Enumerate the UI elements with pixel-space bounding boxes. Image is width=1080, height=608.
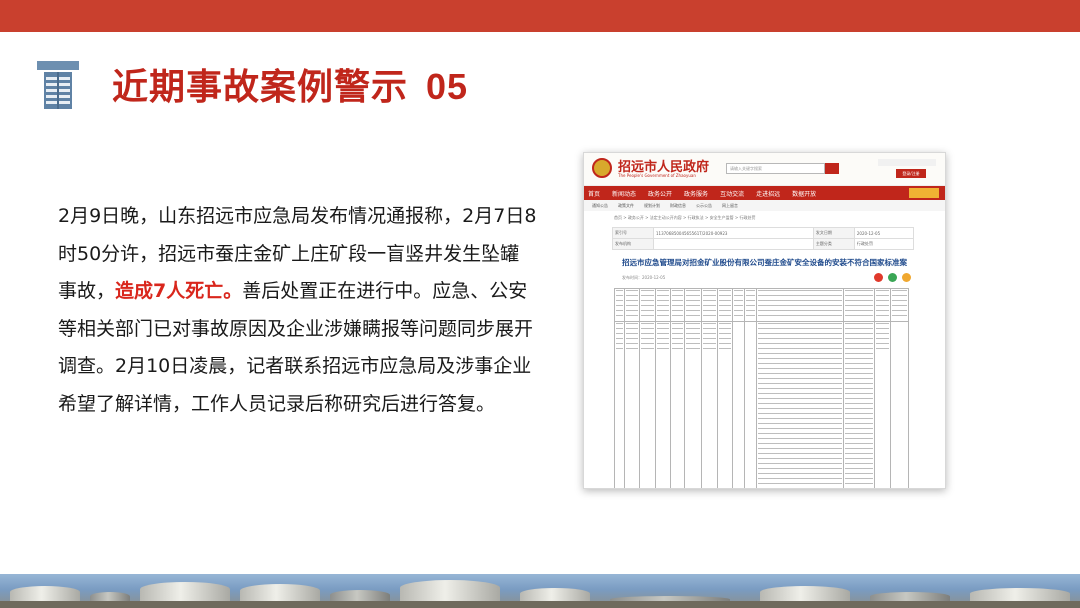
gov-nav-item: 互动交流 bbox=[720, 190, 745, 198]
industrial-tower-icon bbox=[37, 61, 79, 109]
gov-breadcrumb: 首页 > 政务公开 > 法定主动公开内容 > 行政执法 > 安全生产监管 > 行… bbox=[614, 215, 756, 220]
gov-doc-date: 发布时间：2020-12-05 bbox=[622, 275, 666, 280]
gov-top-links bbox=[878, 159, 936, 166]
gov-subnav-item: 公示公告 bbox=[696, 202, 712, 208]
meta-label: 主题分类 bbox=[812, 238, 855, 250]
incident-description: 2月9日晚，山东招远市应急局发布情况通报称，2月7日8时50分许，招远市蚕庄金矿… bbox=[58, 198, 538, 423]
meta-value bbox=[653, 238, 814, 250]
gov-doc-title: 招远市应急管理局对招金矿业股份有限公司蚕庄金矿安全设备的安装不符合国家标准案 bbox=[622, 258, 907, 267]
gov-search-button bbox=[825, 163, 839, 174]
weibo-share-icon bbox=[874, 273, 883, 282]
meta-value: 11370685004565561T/2020-00923 bbox=[653, 227, 814, 239]
national-emblem-icon bbox=[592, 158, 612, 178]
meta-label: 发文日期 bbox=[812, 227, 855, 239]
gov-subnav-item: 政策文件 bbox=[618, 202, 634, 208]
table-header-row bbox=[613, 288, 909, 322]
meta-label: 索引号 bbox=[612, 227, 654, 239]
gov-nav-item: 数据开放 bbox=[792, 190, 817, 198]
gov-search-input: 请输入关键字搜索 bbox=[726, 163, 825, 174]
title-number: 05 bbox=[426, 66, 469, 107]
gov-nav-special bbox=[909, 188, 939, 198]
gov-nav-item: 首页 bbox=[588, 190, 601, 198]
gov-nav-item: 政务公开 bbox=[648, 190, 673, 198]
ground bbox=[0, 601, 1080, 608]
gov-website-screenshot: 招远市人民政府 The People's Government of Zhaoy… bbox=[583, 152, 946, 489]
gov-main-nav: 首页 新闻动态 政务公开 政务服务 互动交流 走进招远 数据开放 bbox=[584, 186, 945, 200]
gov-badge-icon bbox=[861, 159, 872, 175]
meta-value: 2020-12-05 bbox=[853, 227, 915, 239]
gov-doc-info: 发布时间：2020-12-05 bbox=[612, 272, 917, 286]
title-text: 近期事故案例警示 bbox=[112, 67, 409, 108]
meta-label: 发布机构 bbox=[612, 238, 654, 250]
header-bar bbox=[0, 0, 1080, 32]
table-row bbox=[613, 321, 909, 488]
industrial-footer-photo bbox=[0, 574, 1080, 608]
gov-login-button: 登录/注册 bbox=[896, 169, 926, 178]
gov-subnav-item: 通知公告 bbox=[592, 202, 608, 208]
gov-subnav-item: 财政信息 bbox=[670, 202, 686, 208]
gov-site-header: 招远市人民政府 The People's Government of Zhaoy… bbox=[584, 153, 945, 186]
gov-meta-table: 索引号 11370685004565561T/2020-00923 发文日期 2… bbox=[612, 227, 915, 250]
gov-sub-nav: 通知公告 政策文件 规划计划 财政信息 公示公告 网上留言 bbox=[584, 200, 945, 211]
casualty-highlight: 造成7人死亡。 bbox=[115, 280, 243, 302]
gov-subnav-item: 规划计划 bbox=[644, 202, 660, 208]
gov-nav-item: 走进招远 bbox=[756, 190, 781, 198]
meta-value: 行政处罚 bbox=[853, 238, 915, 250]
site-subtitle: The People's Government of Zhaoyuan bbox=[618, 173, 696, 178]
qzone-share-icon bbox=[902, 273, 911, 282]
gov-penalty-table bbox=[613, 288, 909, 488]
gov-nav-item: 政务服务 bbox=[684, 190, 709, 198]
gov-subnav-item: 网上留言 bbox=[722, 202, 738, 208]
wechat-share-icon bbox=[888, 273, 897, 282]
slide-title: 近期事故案例警示 05 bbox=[112, 62, 468, 112]
gov-nav-item: 新闻动态 bbox=[612, 190, 637, 198]
